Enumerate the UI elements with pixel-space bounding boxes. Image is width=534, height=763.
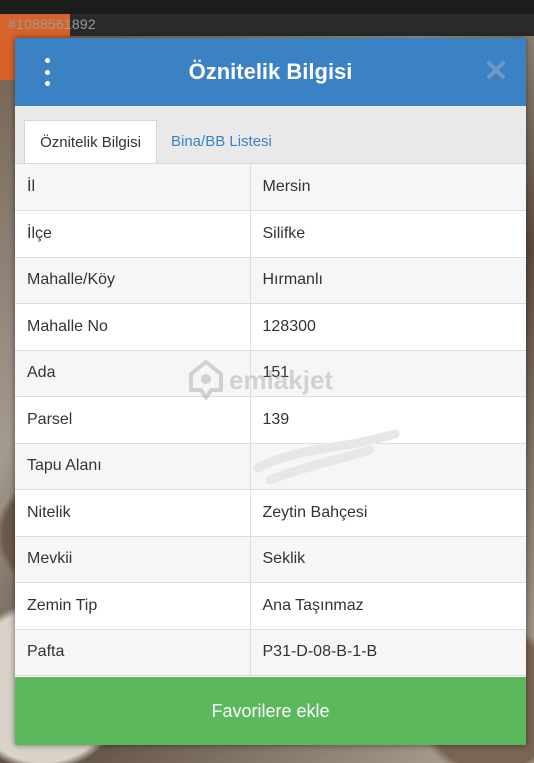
attribute-label: Pafta xyxy=(15,629,251,676)
attribute-row: Mahalle/Köy Hırmanlı xyxy=(15,257,526,304)
close-icon[interactable] xyxy=(484,58,508,82)
attribute-row: İl Mersin xyxy=(15,164,526,211)
attribute-value: Mersin xyxy=(250,164,526,211)
attribute-label: Nitelik xyxy=(15,489,251,537)
attribute-value: Ana Taşınmaz xyxy=(250,582,526,630)
add-to-favorites-button[interactable]: Favorilere ekle xyxy=(15,677,526,745)
attribute-label: Parsel xyxy=(15,396,251,444)
listing-id-overlay: #1088561892 xyxy=(8,16,96,32)
attribute-row: Mevkii Seklik xyxy=(15,536,526,583)
attribute-value: Hırmanlı xyxy=(250,257,526,304)
attribute-label: Mahalle/Köy xyxy=(15,257,251,304)
attribute-value: Silifke xyxy=(250,210,526,258)
attribute-label: İlçe xyxy=(15,210,251,258)
attribute-value: 151 xyxy=(250,350,526,397)
attribute-row: Tapu Alanı xyxy=(15,443,526,490)
attribute-value xyxy=(250,443,526,490)
kebab-menu-icon[interactable] xyxy=(41,58,53,86)
attribute-value: 139 xyxy=(250,396,526,444)
background-dark-strip xyxy=(70,14,534,36)
attribute-row: Ada 151 xyxy=(15,350,526,397)
attribute-label: Mevkii xyxy=(15,536,251,583)
modal-header: Öznitelik Bilgisi xyxy=(15,38,526,106)
tab-building-list[interactable]: Bina/BB Listesi xyxy=(161,120,282,163)
attribute-row: Pafta P31-D-08-B-1-B xyxy=(15,629,526,676)
attribute-value: Zeytin Bahçesi xyxy=(250,489,526,537)
attribute-label: Zemin Tip xyxy=(15,582,251,630)
attribute-row: Zemin Tip Ana Taşınmaz xyxy=(15,582,526,630)
attribute-row: Parsel 139 xyxy=(15,396,526,444)
attribute-row: Mahalle No 128300 xyxy=(15,303,526,351)
tab-bar: Öznitelik Bilgisi Bina/BB Listesi xyxy=(15,106,526,164)
modal-title: Öznitelik Bilgisi xyxy=(188,59,353,84)
attribute-table: İl Mersin İlçe Silifke Mahalle/Köy Hırmanlı Ma… xyxy=(15,164,526,676)
attribute-label: İl xyxy=(15,164,251,211)
attribute-label: Tapu Alanı xyxy=(15,443,251,490)
attribute-info-modal: Öznitelik Bilgisi Öznitelik Bilgisi Bina… xyxy=(15,38,526,745)
tab-attribute-info[interactable]: Öznitelik Bilgisi xyxy=(24,120,157,163)
attribute-row: Nitelik Zeytin Bahçesi xyxy=(15,489,526,537)
attribute-value: Seklik xyxy=(250,536,526,583)
attribute-value: 128300 xyxy=(250,303,526,351)
attribute-row: İlçe Silifke xyxy=(15,210,526,258)
attribute-value: P31-D-08-B-1-B xyxy=(250,629,526,676)
attribute-label: Mahalle No xyxy=(15,303,251,351)
attribute-label: Ada xyxy=(15,350,251,397)
